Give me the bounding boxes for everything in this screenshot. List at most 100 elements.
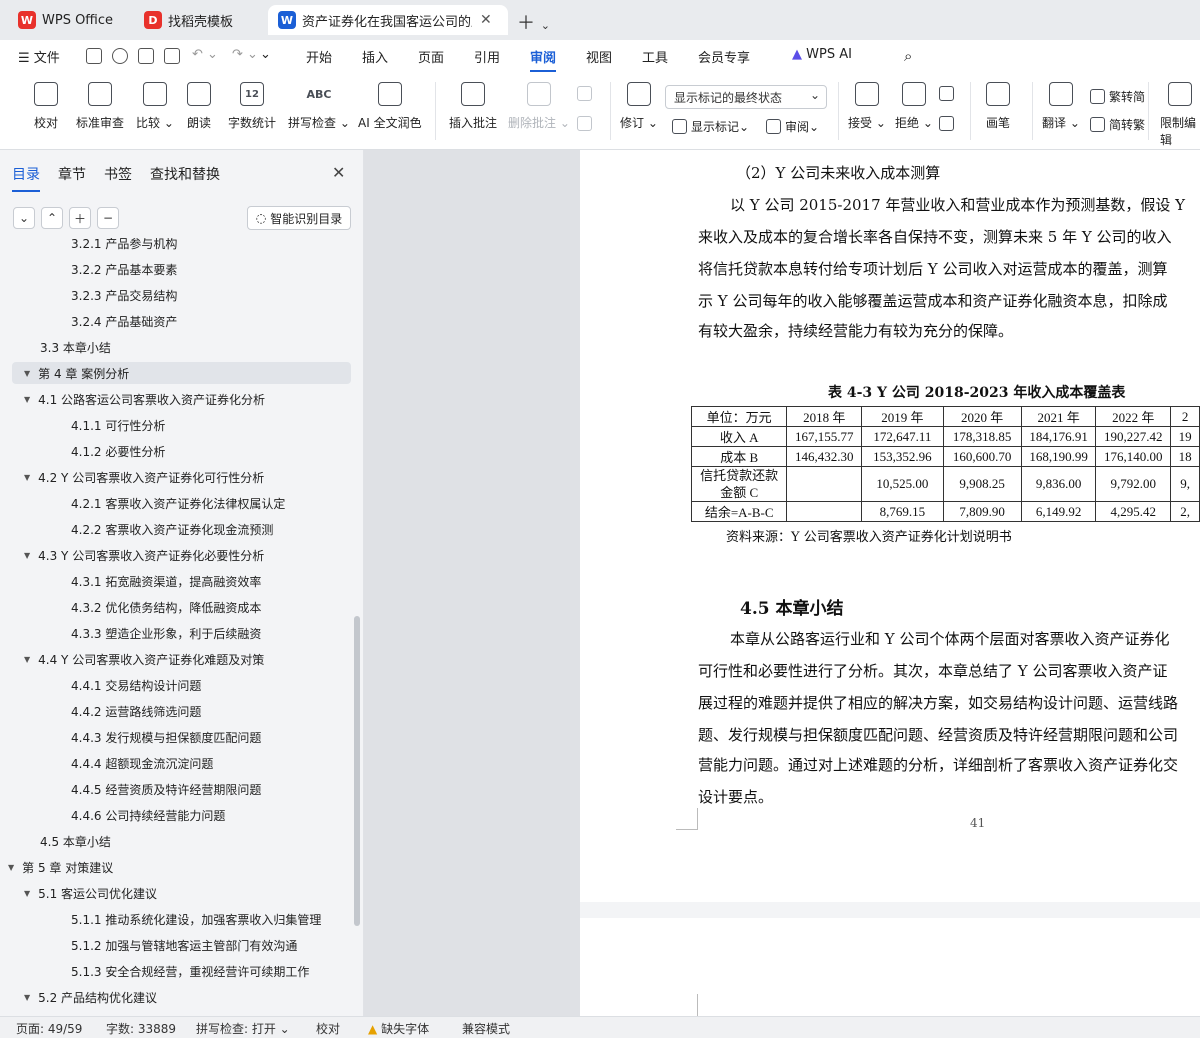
menu-reference[interactable]: 引用 bbox=[474, 47, 500, 66]
word-count-button[interactable]: 12 字数统计 bbox=[228, 82, 276, 131]
print-preview-icon[interactable] bbox=[164, 48, 180, 64]
toc-item[interactable]: 4.4.6 公司持续经营能力问题 bbox=[71, 804, 225, 826]
review-pane-button[interactable]: 审阅 ⌄ bbox=[766, 118, 819, 135]
expand-triangle-icon[interactable]: ▼ bbox=[24, 889, 30, 898]
expand-triangle-icon[interactable]: ▼ bbox=[8, 863, 14, 872]
tab-wps-office[interactable]: W WPS Office bbox=[8, 5, 126, 35]
expand-triangle-icon[interactable]: ▼ bbox=[24, 551, 30, 560]
insert-comment-button[interactable]: 插入批注 bbox=[449, 82, 497, 131]
menu-membership[interactable]: 会员专享 bbox=[698, 47, 750, 66]
missing-font-indicator[interactable]: ▲ 缺失字体 bbox=[368, 1020, 429, 1037]
undo-icon[interactable]: ↶ ⌄ bbox=[192, 47, 218, 62]
toc-item[interactable]: 5.1.2 加强与管辖地客运主管部门有效沟通 bbox=[71, 934, 297, 956]
toc-item[interactable]: 5.1.3 安全合规经营，重视经营许可续期工作 bbox=[71, 960, 309, 982]
ai-polish-button[interactable]: AI 全文润色 bbox=[358, 82, 422, 131]
toc-item[interactable]: 4.2.2 客票收入资产证券化现金流预测 bbox=[71, 518, 273, 540]
expand-triangle-icon[interactable]: ▼ bbox=[24, 993, 30, 1002]
toc-item[interactable]: 4.4.4 超额现金流沉淀问题 bbox=[71, 752, 213, 774]
collapse-down-icon[interactable]: ⌄ bbox=[13, 207, 35, 229]
word-count-indicator[interactable]: 字数: 33889 bbox=[106, 1020, 176, 1037]
traditional-to-simplified-button[interactable]: 繁转简 bbox=[1090, 88, 1145, 105]
search-icon[interactable]: ⌕ bbox=[904, 47, 912, 65]
prev-comment-icon[interactable] bbox=[577, 86, 596, 101]
toc-item[interactable]: 4.4.3 发行规模与担保额度匹配问题 bbox=[71, 726, 261, 748]
markup-mode-select[interactable]: 显示标记的最终状态 ⌄ bbox=[665, 85, 827, 109]
collapse-up-icon[interactable]: ⌃ bbox=[41, 207, 63, 229]
share-icon[interactable] bbox=[112, 48, 128, 64]
toc-item[interactable]: ▼ 5.1 客运公司优化建议 bbox=[24, 882, 157, 904]
show-markup-button[interactable]: 显示标记 ⌄ bbox=[672, 118, 749, 135]
simplified-to-traditional-button[interactable]: 简转繁 bbox=[1090, 116, 1145, 133]
more-icon[interactable]: ⌄ bbox=[260, 47, 271, 62]
smart-toc-button[interactable]: ◌ 智能识别目录 bbox=[247, 206, 351, 230]
page-indicator[interactable]: 页面: 49/59 bbox=[16, 1020, 82, 1037]
next-change-icon[interactable] bbox=[939, 116, 958, 131]
toc-item[interactable]: 4.3.2 优化债务结构，降低融资成本 bbox=[71, 596, 261, 618]
toc-item[interactable]: ▼ 4.2 Y 公司客票收入资产证券化可行性分析 bbox=[24, 466, 264, 488]
toc-item[interactable]: ▼ 4.4 Y 公司客票收入资产证券化难题及对策 bbox=[24, 648, 264, 670]
proofread-indicator[interactable]: 校对 bbox=[316, 1020, 340, 1037]
expand-triangle-icon[interactable]: ▼ bbox=[24, 369, 30, 378]
toc-item[interactable]: ▼ 4.3 Y 公司客票收入资产证券化必要性分析 bbox=[24, 544, 264, 566]
translate-button[interactable]: 翻译 ⌄ bbox=[1042, 82, 1080, 131]
tab-chapter[interactable]: 章节 bbox=[58, 164, 86, 184]
scrollbar[interactable] bbox=[354, 616, 360, 926]
print-icon[interactable] bbox=[138, 48, 154, 64]
spell-check-indicator[interactable]: 拼写检查: 打开 ⌄ bbox=[196, 1020, 290, 1037]
menu-wps-ai[interactable]: ▲ WPS AI bbox=[792, 47, 852, 62]
read-aloud-button[interactable]: 朗读 bbox=[187, 82, 211, 131]
restrict-edit-button[interactable]: 限制编辑 bbox=[1160, 82, 1200, 148]
prev-change-icon[interactable] bbox=[939, 86, 958, 101]
toc-item[interactable]: 4.3.3 塑造企业形象，利于后续融资 bbox=[71, 622, 261, 644]
toc-item[interactable]: 3.2.1 产品参与机构 bbox=[71, 238, 177, 254]
toc-item[interactable]: 3.2.3 产品交易结构 bbox=[71, 284, 177, 306]
toc-item[interactable]: ▼ 5.2 产品结构优化建议 bbox=[24, 986, 157, 1008]
revise-button[interactable]: 修订 ⌄ bbox=[620, 82, 658, 131]
menu-tools[interactable]: 工具 bbox=[642, 47, 668, 66]
remove-icon[interactable]: − bbox=[97, 207, 119, 229]
tab-bookmark[interactable]: 书签 bbox=[104, 164, 132, 184]
add-icon[interactable]: ＋ bbox=[69, 207, 91, 229]
reject-button[interactable]: 拒绝 ⌄ bbox=[895, 82, 933, 131]
proofread-button[interactable]: 校对 bbox=[34, 82, 58, 131]
next-comment-icon[interactable] bbox=[577, 116, 596, 131]
tab-find-replace[interactable]: 查找和替换 bbox=[150, 164, 220, 184]
toc-item[interactable]: 4.1.2 必要性分析 bbox=[71, 440, 165, 462]
tab-document[interactable]: W 资产证券化在我国客运公司的应 ✕ bbox=[268, 5, 508, 35]
toc-item[interactable]: 4.2.1 客票收入资产证券化法律权属认定 bbox=[71, 492, 285, 514]
standard-review-button[interactable]: 标准审查 bbox=[76, 82, 124, 131]
compare-button[interactable]: 比较 ⌄ bbox=[136, 82, 174, 131]
toc-item[interactable]: ▼ 第 5 章 对策建议 bbox=[8, 856, 113, 878]
menu-insert[interactable]: 插入 bbox=[362, 47, 388, 66]
menu-page[interactable]: 页面 bbox=[418, 47, 444, 66]
toc-item[interactable]: 3.2.2 产品基本要素 bbox=[71, 258, 177, 280]
tab-template[interactable]: D 找稻壳模板 bbox=[134, 5, 262, 35]
toc-item[interactable]: 3.2.4 产品基础资产 bbox=[71, 310, 177, 332]
toc-item[interactable]: 5.1.1 推动系统化建设，加强客票收入归集管理 bbox=[71, 908, 321, 930]
expand-triangle-icon[interactable]: ▼ bbox=[24, 395, 30, 404]
close-icon[interactable]: ✕ bbox=[332, 163, 345, 182]
file-menu[interactable]: ☰ 文件 bbox=[18, 47, 60, 66]
expand-triangle-icon[interactable]: ▼ bbox=[24, 473, 30, 482]
accept-button[interactable]: 接受 ⌄ bbox=[848, 82, 886, 131]
menu-start[interactable]: 开始 bbox=[306, 47, 332, 66]
delete-comment-button[interactable]: 删除批注 ⌄ bbox=[508, 82, 570, 131]
toc-item[interactable]: 4.1.1 可行性分析 bbox=[71, 414, 165, 436]
toc-item[interactable]: 4.5 本章小结 bbox=[40, 830, 111, 852]
menu-view[interactable]: 视图 bbox=[586, 47, 612, 66]
menu-review[interactable]: 审阅 bbox=[530, 47, 557, 72]
pen-button[interactable]: 画笔 bbox=[986, 82, 1010, 131]
toc-item[interactable]: ▼ 4.1 公路客运公司客票收入资产证券化分析 bbox=[24, 388, 265, 410]
spell-check-button[interactable]: ABC 拼写检查 ⌄ bbox=[288, 82, 350, 131]
toc-item[interactable]: 4.4.5 经营资质及特许经营期限问题 bbox=[71, 778, 261, 800]
tab-toc[interactable]: 目录 bbox=[12, 164, 40, 192]
close-icon[interactable]: ✕ bbox=[480, 12, 492, 28]
expand-triangle-icon[interactable]: ▼ bbox=[24, 655, 30, 664]
toc-item[interactable]: 3.3 本章小结 bbox=[40, 336, 111, 358]
toc-item[interactable]: 4.3.1 拓宽融资渠道，提高融资效率 bbox=[71, 570, 261, 592]
toc-item[interactable]: 4.4.1 交易结构设计问题 bbox=[71, 674, 201, 696]
toc-item[interactable]: 4.4.2 运营路线筛选问题 bbox=[71, 700, 201, 722]
save-icon[interactable] bbox=[86, 48, 102, 64]
toc-item[interactable]: ▼ 第 4 章 案例分析 bbox=[12, 362, 351, 384]
redo-icon[interactable]: ↷ ⌄ bbox=[232, 47, 258, 62]
